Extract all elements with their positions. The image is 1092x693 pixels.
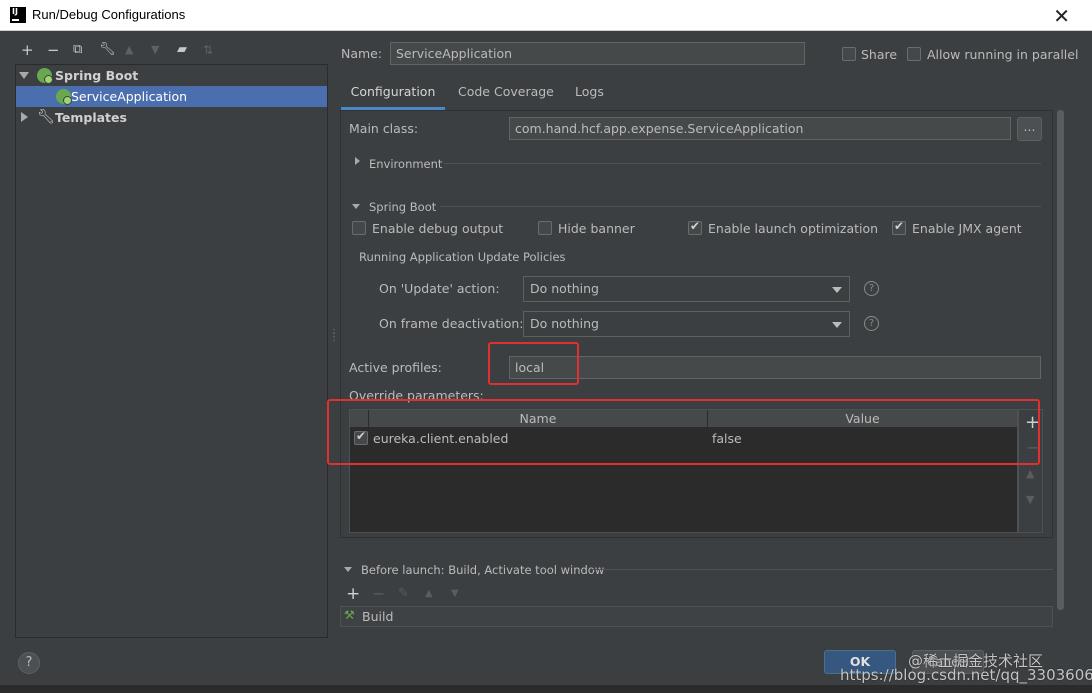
tab-code-coverage[interactable]: Code Coverage	[458, 82, 554, 110]
move-task-down-icon[interactable]: ▼	[451, 588, 459, 599]
enable-launch-optimization-checkbox[interactable]	[688, 219, 702, 235]
close-icon[interactable]: ✕	[1053, 4, 1070, 28]
enable-debug-output-checkbox[interactable]	[352, 221, 366, 235]
splitter-grip[interactable]: ⋮ ⋮	[329, 329, 339, 343]
title-bar: IJ Run/Debug Configurations ✕	[0, 0, 1092, 31]
new-folder-icon[interactable]: ▰	[177, 42, 187, 58]
tree-group-spring-boot[interactable]: Spring Boot	[16, 65, 327, 86]
update-policies-label: Running Application Update Policies	[359, 250, 566, 264]
build-hammer-icon: ⚒	[344, 608, 355, 622]
spring-boot-app-icon	[56, 89, 72, 105]
tab-logs[interactable]: Logs	[575, 82, 604, 110]
add-before-launch-task-button[interactable]: +	[346, 584, 360, 604]
expand-arrow-icon[interactable]	[19, 72, 29, 79]
tab-configuration[interactable]: Configuration	[341, 82, 445, 110]
before-launch-separator	[592, 569, 1053, 570]
browse-main-class-button[interactable]: ...	[1017, 117, 1042, 141]
active-profiles-input[interactable]: local	[509, 356, 1041, 379]
spring-boot-collapse-icon[interactable]	[352, 204, 360, 209]
vertical-scrollbar[interactable]	[1057, 110, 1064, 610]
on-update-label: On 'Update' action:	[379, 281, 500, 296]
before-launch-collapse-icon[interactable]	[344, 567, 352, 572]
help-icon[interactable]: ?	[864, 316, 879, 331]
hide-banner-label: Hide banner	[558, 221, 635, 236]
share-checkbox[interactable]	[842, 47, 856, 61]
tree-item-label: ServiceApplication	[71, 89, 188, 104]
before-launch-label[interactable]: Before launch: Build, Activate tool wind…	[361, 563, 604, 577]
on-update-select[interactable]: Do nothing	[523, 276, 850, 302]
main-class-input[interactable]: com.hand.hcf.app.expense.ServiceApplicat…	[509, 117, 1011, 140]
move-task-up-icon[interactable]: ▲	[425, 588, 433, 599]
environment-separator	[444, 163, 1041, 164]
configuration-tree: Spring Boot ServiceApplication 🔧︎ Templa…	[15, 64, 328, 638]
allow-parallel-label: Allow running in parallel	[927, 47, 1079, 62]
highlight-box-active-profiles	[488, 342, 579, 385]
move-parameter-down-icon[interactable]: ▼	[1026, 493, 1034, 506]
environment-expand-icon[interactable]	[355, 157, 360, 165]
tree-group-label: Spring Boot	[55, 68, 139, 83]
move-down-icon[interactable]: ▼	[151, 42, 159, 58]
on-frame-deactivation-label: On frame deactivation:	[379, 316, 524, 331]
copy-configuration-icon[interactable]: ⧉	[73, 42, 82, 58]
edit-defaults-wrench-icon[interactable]: 🔧︎	[99, 42, 116, 58]
remove-configuration-button[interactable]: −	[47, 42, 60, 58]
enable-jmx-agent-label: Enable JMX agent	[912, 221, 1022, 236]
move-parameter-up-icon[interactable]: ▲	[1026, 467, 1034, 480]
name-input[interactable]: ServiceApplication	[390, 42, 805, 65]
edit-task-pencil-icon[interactable]: ✎	[398, 586, 409, 601]
share-label: Share	[861, 47, 898, 62]
enable-jmx-agent-checkbox[interactable]	[892, 219, 906, 235]
add-configuration-button[interactable]: +	[21, 42, 34, 58]
list-item[interactable]: ⚒ Build	[341, 607, 1052, 626]
tree-item-serviceapplication[interactable]: ServiceApplication	[16, 86, 327, 107]
watermark-csdn: https://blog.csdn.net/qq_33036061	[840, 666, 1092, 684]
spring-boot-separator	[440, 206, 1041, 207]
allow-parallel-checkbox[interactable]	[907, 47, 921, 61]
templates-label: Templates	[55, 110, 127, 125]
help-button[interactable]: ?	[18, 652, 40, 674]
spring-boot-icon	[37, 68, 53, 84]
highlight-box-override-parameters	[327, 399, 1040, 465]
wrench-icon: 🔧︎	[37, 109, 55, 125]
enable-launch-optimization-label: Enable launch optimization	[708, 221, 879, 236]
tree-group-templates[interactable]: 🔧︎ Templates	[16, 107, 327, 128]
background-strip	[0, 685, 1092, 693]
environment-section-label[interactable]: Environment	[369, 157, 442, 171]
collapse-arrow-icon[interactable]	[21, 112, 28, 122]
help-icon[interactable]: ?	[864, 281, 879, 296]
enable-debug-output-label: Enable debug output	[372, 221, 504, 236]
before-launch-list: ⚒ Build	[340, 606, 1053, 627]
active-profiles-label: Active profiles:	[349, 360, 442, 375]
window-title: Run/Debug Configurations	[32, 7, 186, 22]
on-frame-deactivation-select[interactable]: Do nothing	[523, 311, 850, 337]
sort-icon[interactable]: ⇅	[203, 42, 213, 58]
name-label: Name:	[341, 46, 383, 61]
intellij-app-icon: IJ	[10, 7, 26, 23]
main-class-label: Main class:	[349, 121, 419, 136]
hide-banner-checkbox[interactable]	[538, 221, 552, 235]
spring-boot-section-label[interactable]: Spring Boot	[369, 200, 436, 214]
remove-before-launch-task-button[interactable]: −	[372, 584, 385, 603]
build-task-label: Build	[362, 609, 394, 624]
move-up-icon[interactable]: ▲	[125, 42, 133, 58]
